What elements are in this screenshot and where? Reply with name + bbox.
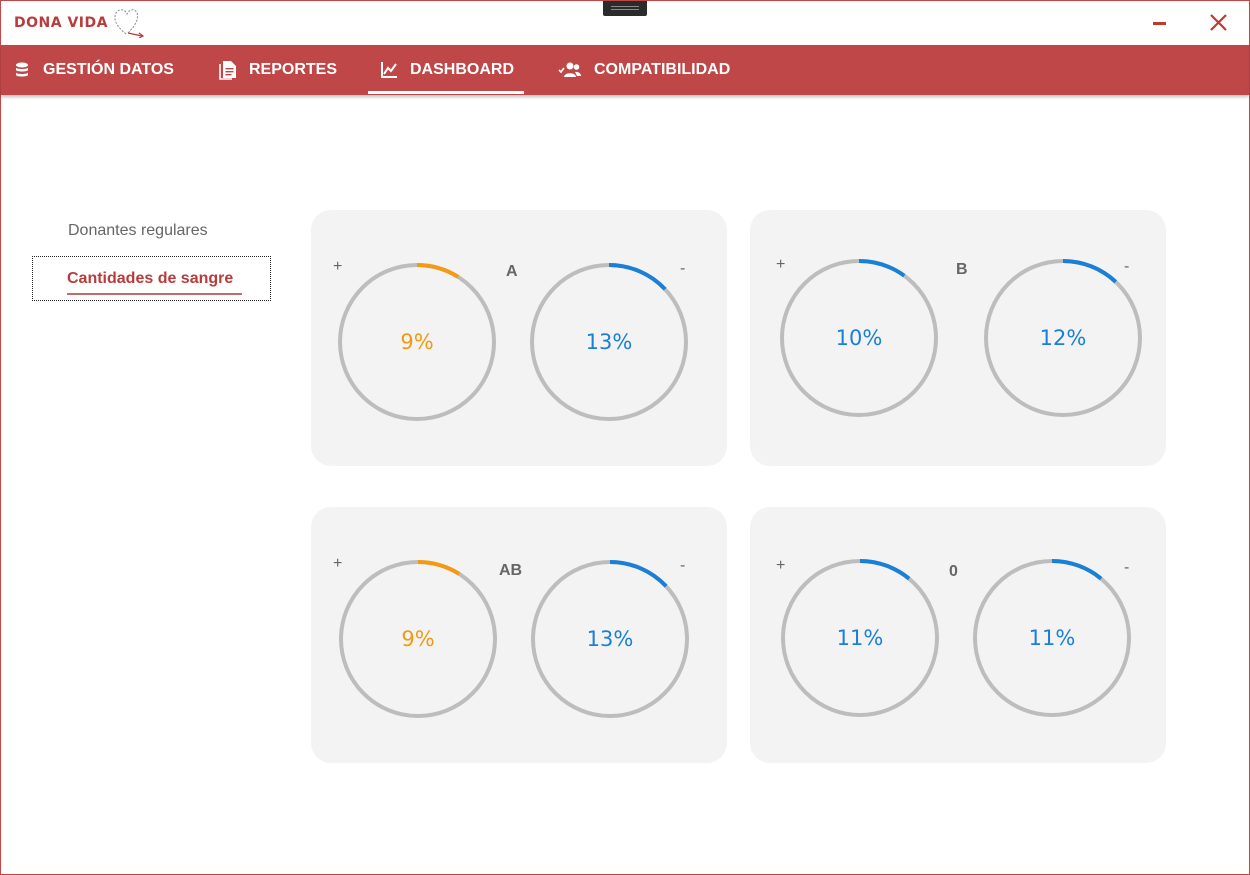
- logo-text: DONA VIDA: [14, 15, 108, 31]
- tab-reportes[interactable]: REPORTES: [219, 45, 337, 95]
- blood-card-0: + 0 - 11% 11%: [750, 507, 1166, 763]
- gauge-a-negative: 13%: [529, 262, 689, 422]
- main-nav: GESTIÓN DATOS REPORTES DASHBOARD COMPATI…: [1, 45, 1249, 95]
- blood-card-b: + B - 10% 12%: [750, 210, 1166, 466]
- heart-icon: [114, 9, 145, 38]
- sidebar-item-cantidades-sangre[interactable]: Cantidades de sangre: [32, 256, 271, 301]
- app-window: DONA VIDA GESTIÓN DATOS REPORTES DASHBOA…: [0, 0, 1250, 875]
- tab-dashboard[interactable]: DASHBOARD: [380, 45, 514, 95]
- users-icon: [558, 62, 581, 77]
- blood-group-label: A: [506, 263, 518, 280]
- gauge-percent: 9%: [401, 627, 435, 651]
- sidebar-item-label: Donantes regulares: [68, 222, 208, 239]
- gauge-percent: 12%: [1039, 326, 1087, 350]
- gauge-percent: 11%: [1028, 626, 1076, 650]
- database-icon: [16, 62, 28, 77]
- drag-handle[interactable]: [603, 1, 647, 16]
- close-button[interactable]: [1204, 9, 1234, 37]
- gauge-percent: 13%: [585, 330, 633, 354]
- blood-group-label: AB: [499, 562, 523, 579]
- blood-card-a: + A - 9% 13%: [311, 210, 727, 466]
- blood-card-ab: + AB - 9% 13%: [311, 507, 727, 763]
- tab-label: GESTIÓN DATOS: [43, 61, 174, 78]
- chart-icon: [381, 62, 397, 78]
- gauge-b-positive: 10%: [779, 258, 939, 418]
- gauge-percent: 9%: [400, 330, 434, 354]
- gauge-percent: 10%: [835, 326, 883, 350]
- sidebar-item-donantes-regulares[interactable]: Donantes regulares: [68, 222, 208, 240]
- tab-label: REPORTES: [249, 61, 338, 78]
- minimize-icon: [1153, 22, 1166, 25]
- gauge-percent: 11%: [836, 626, 884, 650]
- close-icon: [1210, 14, 1227, 31]
- sidebar-item-label: Cantidades de sangre: [67, 270, 234, 287]
- selected-underline: [67, 293, 242, 295]
- app-logo: DONA VIDA: [14, 7, 148, 39]
- gauge-0-positive: 11%: [780, 558, 940, 718]
- title-bar[interactable]: DONA VIDA: [1, 1, 1249, 45]
- gauge-b-negative: 12%: [983, 258, 1143, 418]
- minimize-button[interactable]: [1145, 9, 1175, 37]
- document-icon: [219, 61, 236, 80]
- tab-gestion-datos[interactable]: GESTIÓN DATOS: [13, 45, 174, 95]
- tab-compatibilidad[interactable]: COMPATIBILIDAD: [558, 45, 730, 95]
- gauge-0-negative: 11%: [972, 558, 1132, 718]
- gauge-percent: 13%: [586, 627, 634, 651]
- gauge-ab-positive: 9%: [338, 559, 498, 719]
- tab-label: DASHBOARD: [410, 61, 514, 78]
- tab-label: COMPATIBILIDAD: [594, 61, 731, 78]
- active-tab-indicator: [368, 91, 524, 94]
- gauge-a-positive: 9%: [337, 262, 497, 422]
- blood-group-label: B: [956, 261, 968, 278]
- gauge-ab-negative: 13%: [530, 559, 690, 719]
- blood-group-label: 0: [949, 563, 958, 580]
